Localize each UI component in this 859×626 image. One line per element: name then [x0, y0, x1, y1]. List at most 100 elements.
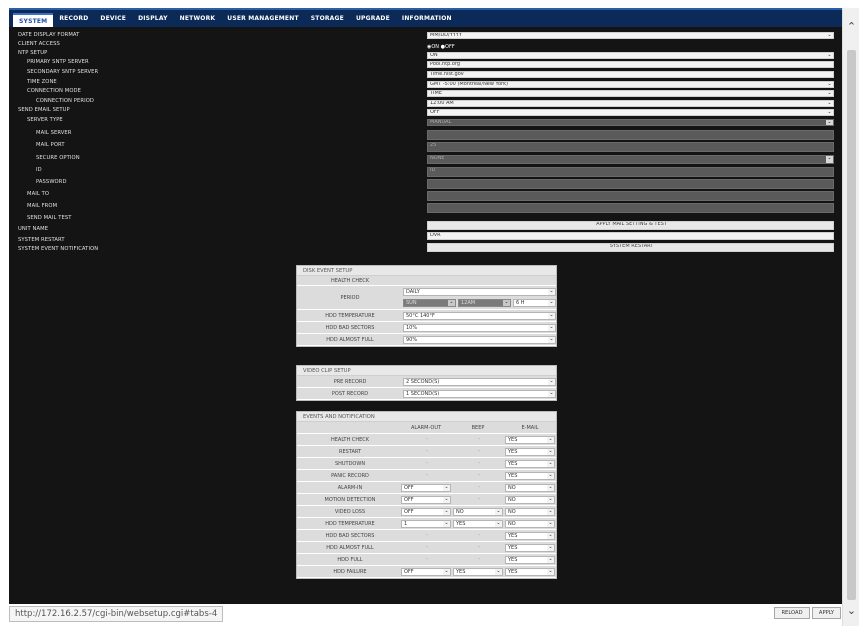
tab-network[interactable]: NETWORK — [174, 12, 222, 26]
event-alarm-select[interactable]: OFF ⌄ — [401, 484, 451, 492]
period-hour-select[interactable]: 12AM ⌄ — [458, 299, 511, 307]
connection-mode-select[interactable]: TIME ⌄ — [427, 90, 834, 97]
event-email-select[interactable]: NO ⌄ — [505, 484, 555, 492]
event-beep-value: - — [453, 532, 503, 540]
hdd-almost-full-label: HDD ALMOST FULL — [326, 337, 374, 343]
id-input[interactable]: ID — [427, 167, 834, 177]
label-system-event-notification: SYSTEM EVENT NOTIFICATION — [18, 246, 99, 252]
event-row-label: RESTART — [338, 449, 362, 455]
tab-system[interactable]: SYSTEM — [13, 12, 54, 27]
hdd-temperature-value: 50°C 140°F — [406, 313, 435, 319]
event-email-select[interactable]: YES ⌄ — [505, 544, 555, 552]
event-email-select[interactable]: YES ⌄ — [505, 460, 555, 468]
tab-information[interactable]: INFORMATION — [396, 12, 458, 26]
event-alarm-value: OFF — [404, 497, 414, 503]
period-select[interactable]: DAILY ⌄ — [403, 288, 556, 296]
events-notification-panel: EVENTS AND NOTIFICATION ALARM-OUT BEEP E… — [296, 411, 557, 579]
hdd-temperature-select[interactable]: 50°C 140°F ⌄ — [403, 312, 556, 320]
event-email-select[interactable]: NO ⌄ — [505, 520, 555, 528]
post-record-select[interactable]: 1 SECOND(S) ⌄ — [403, 390, 556, 398]
secondary-sntp-server-input[interactable]: Time.nist.gov — [427, 71, 834, 78]
pre-record-select[interactable]: 2 SECOND(S) ⌄ — [403, 378, 556, 386]
post-record-row: POST RECORD 1 SECOND(S) ⌄ — [297, 388, 556, 400]
chevron-down-icon: ⌄ — [548, 378, 555, 385]
event-row: HDD FULL - - YES ⌄ — [297, 554, 556, 566]
tab-device[interactable]: DEVICE — [94, 12, 132, 26]
event-alarm-select[interactable]: OFF ⌄ — [401, 508, 451, 516]
event-alarm-value: - — [426, 544, 428, 550]
system-restart-button[interactable]: SYSTEM RESTART — [427, 243, 834, 252]
hdd-bad-sectors-select[interactable]: 10% ⌄ — [403, 324, 556, 332]
event-email-select[interactable]: YES ⌄ — [505, 568, 555, 576]
pre-record-label: PRE RECORD — [333, 379, 367, 385]
date-display-format-select[interactable]: MM/DD/YYYY ⌄ — [427, 32, 834, 39]
server-type-select[interactable]: MANUAL ⌄ — [427, 119, 834, 126]
event-row-label: SHUTDOWN — [334, 461, 366, 467]
label-mail-to: MAIL TO — [27, 191, 50, 197]
chevron-up-icon[interactable]: ⌃ — [843, 20, 859, 33]
password-input[interactable] — [427, 179, 834, 189]
tab-display[interactable]: DISPLAY — [132, 12, 174, 26]
secure-option-select[interactable]: NONE ⌄ — [427, 155, 834, 164]
apply-mail-setting-button[interactable]: APPLY MAIL SETTING & TEST — [427, 221, 834, 230]
scrollbar-thumb[interactable] — [847, 50, 856, 600]
event-alarm-value: - — [426, 448, 428, 454]
chevron-down-icon: ⌄ — [826, 119, 833, 125]
unit-name-value: DVR — [430, 232, 441, 238]
event-alarm-value: OFF — [404, 485, 414, 491]
primary-sntp-server-input[interactable]: Pool.ntp.org — [427, 61, 834, 68]
send-email-setup-select[interactable]: OFF ⌄ — [427, 109, 834, 116]
unit-name-input[interactable]: DVR — [427, 232, 834, 240]
event-beep-select[interactable]: YES ⌄ — [453, 520, 503, 528]
hdd-almost-full-select[interactable]: 90% ⌄ — [403, 336, 556, 344]
vertical-scrollbar[interactable]: ⌃ ⌄ — [842, 8, 859, 626]
event-email-select[interactable]: YES ⌄ — [505, 448, 555, 456]
event-alarm-select[interactable]: 1 ⌄ — [401, 520, 451, 528]
event-email-value: YES — [508, 437, 518, 443]
event-beep-select[interactable]: NO ⌄ — [453, 508, 503, 516]
event-row-label: VIDEO LOSS — [334, 509, 366, 515]
event-alarm-select[interactable]: OFF ⌄ — [401, 496, 451, 504]
event-beep-value: - — [453, 436, 503, 444]
event-alarm-value: OFF — [404, 509, 414, 515]
ntp-setup-select[interactable]: ON ⌄ — [427, 52, 834, 59]
period-interval-select[interactable]: 6 H ⌄ — [513, 299, 556, 307]
period-day-select[interactable]: SUN ⌄ — [403, 299, 456, 307]
tab-user-management[interactable]: USER MANAGEMENT — [221, 12, 305, 26]
time-zone-select[interactable]: GMT -5:00 (Montreal/New York) ⌄ — [427, 81, 834, 88]
event-email-select[interactable]: YES ⌄ — [505, 532, 555, 540]
event-email-select[interactable]: YES ⌄ — [505, 556, 555, 564]
event-alarm-value: - — [401, 448, 451, 456]
event-email-select[interactable]: YES ⌄ — [505, 472, 555, 480]
event-email-select[interactable]: YES ⌄ — [505, 436, 555, 444]
client-access-off-label: OFF — [445, 44, 455, 50]
event-row: MOTION DETECTION OFF ⌄ - NO ⌄ — [297, 494, 556, 506]
reload-button[interactable]: RELOAD — [774, 607, 810, 619]
hdd-bad-sectors-label: HDD BAD SECTORS — [325, 325, 375, 331]
tab-record[interactable]: RECORD — [53, 12, 94, 26]
event-email-select[interactable]: NO ⌄ — [505, 508, 555, 516]
period-label: PERIOD — [340, 295, 360, 301]
event-row-label: HDD BAD SECTORS — [325, 533, 375, 539]
mail-to-input[interactable] — [427, 191, 834, 201]
tab-storage[interactable]: STORAGE — [305, 12, 350, 26]
post-record-value: 1 SECOND(S) — [406, 391, 440, 397]
connection-period-select[interactable]: 12:00 AM ⌄ — [427, 100, 834, 107]
event-alarm-select[interactable]: OFF ⌄ — [401, 568, 451, 576]
event-email-value: YES — [508, 569, 518, 575]
chevron-down-icon: ⌄ — [548, 324, 555, 331]
event-beep-value: - — [478, 556, 480, 562]
mail-server-input[interactable] — [427, 130, 834, 140]
event-beep-value: - — [453, 496, 503, 504]
tab-upgrade[interactable]: UPGRADE — [350, 12, 396, 26]
chevron-down-icon: ⌄ — [548, 299, 555, 306]
chevron-down-icon: ⌄ — [503, 299, 510, 306]
chevron-down-icon[interactable]: ⌄ — [843, 604, 859, 617]
event-email-select[interactable]: NO ⌄ — [505, 496, 555, 504]
mail-from-input[interactable] — [427, 203, 834, 213]
mail-port-input[interactable]: 25 — [427, 142, 834, 152]
apply-button[interactable]: APPLY — [812, 607, 841, 619]
label-mail-server: MAIL SERVER — [36, 130, 72, 136]
event-beep-select[interactable]: YES ⌄ — [453, 568, 503, 576]
event-alarm-value: - — [401, 556, 451, 564]
